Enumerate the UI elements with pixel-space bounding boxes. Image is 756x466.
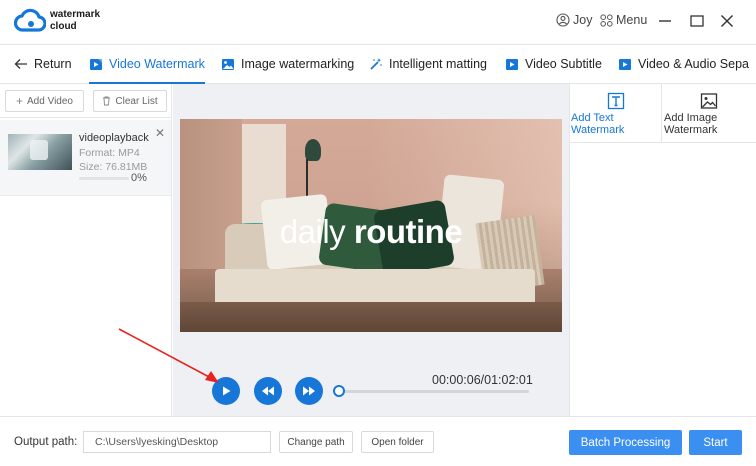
grid-menu-icon bbox=[600, 13, 613, 27]
tab-label: Video Subtitle bbox=[525, 57, 602, 71]
image-icon bbox=[222, 58, 234, 70]
tab-video-watermark[interactable]: Video Watermark bbox=[89, 45, 205, 84]
video-preview[interactable]: daily routine bbox=[180, 119, 562, 332]
video-icon bbox=[619, 58, 631, 70]
seek-handle[interactable] bbox=[333, 385, 345, 397]
change-path-button[interactable]: Change path bbox=[279, 431, 353, 453]
add-text-watermark-button[interactable]: Add Text Watermark bbox=[570, 84, 662, 142]
playback-controls: 00:00:06/01:02:01 bbox=[173, 366, 569, 416]
overlay-word-1: daily bbox=[279, 213, 346, 250]
add-image-watermark-label: Add Image Watermark bbox=[664, 112, 717, 136]
tab-bar: Return Video Watermark Image watermarkin… bbox=[0, 44, 756, 84]
video-overlay-text: daily routine bbox=[180, 213, 562, 251]
clear-list-button[interactable]: Clear List bbox=[93, 90, 167, 112]
video-scene bbox=[305, 139, 321, 161]
title-bar: watermark cloud Joy Menu bbox=[0, 0, 756, 44]
video-thumbnail bbox=[8, 134, 72, 170]
video-icon bbox=[90, 58, 102, 70]
file-progress-label: 0% bbox=[131, 172, 147, 184]
file-list-toolbar: + Add Video Clear List bbox=[0, 84, 171, 118]
tab-label: Image watermarking bbox=[241, 57, 355, 71]
menu-button[interactable]: Menu bbox=[600, 13, 647, 27]
arrow-left-icon bbox=[14, 59, 27, 69]
list-item[interactable]: videoplayback Format: MP4 Size: 76.81MB … bbox=[0, 120, 171, 196]
open-folder-button[interactable]: Open folder bbox=[361, 431, 434, 453]
app-window: watermark cloud Joy Menu Return Video Wa… bbox=[0, 0, 756, 466]
brand-line1: watermark bbox=[50, 9, 101, 20]
rewind-icon bbox=[262, 386, 274, 396]
tab-return[interactable]: Return bbox=[14, 45, 72, 83]
watermark-options-panel: Add Text Watermark Add Image Watermark bbox=[569, 84, 756, 416]
play-button[interactable] bbox=[212, 377, 240, 405]
tab-video-audio-separation[interactable]: Video & Audio Sepa bbox=[618, 45, 749, 83]
tab-image-watermarking[interactable]: Image watermarking bbox=[221, 45, 354, 83]
brand-name: watermark cloud bbox=[50, 9, 100, 33]
file-list-panel: + Add Video Clear List videoplayback For… bbox=[0, 84, 172, 416]
seek-bar[interactable] bbox=[339, 390, 529, 393]
output-path-label: Output path: bbox=[14, 436, 78, 448]
file-progress-bar bbox=[79, 177, 129, 180]
user-account[interactable]: Joy bbox=[556, 13, 592, 27]
trash-icon bbox=[103, 96, 111, 106]
minimize-icon[interactable] bbox=[656, 12, 674, 30]
add-video-button[interactable]: + Add Video bbox=[5, 90, 84, 112]
remove-file-icon[interactable]: ✕ bbox=[155, 126, 165, 140]
tab-label: Intelligent matting bbox=[389, 57, 487, 71]
file-format: Format: MP4 bbox=[79, 147, 140, 159]
play-icon bbox=[223, 386, 231, 396]
user-icon bbox=[556, 13, 570, 27]
output-path-field[interactable]: C:\Users\lyesking\Desktop bbox=[83, 431, 271, 453]
video-scene bbox=[180, 302, 562, 332]
fast-forward-icon bbox=[303, 386, 315, 396]
tab-label: Video & Audio Sepa bbox=[638, 57, 749, 71]
start-button[interactable]: Start bbox=[689, 430, 742, 455]
label-line-1: Add Text bbox=[571, 112, 614, 124]
tab-label: Return bbox=[34, 57, 72, 71]
video-icon bbox=[506, 58, 518, 70]
magic-wand-icon bbox=[370, 58, 382, 70]
clear-list-label: Clear List bbox=[115, 95, 158, 107]
menu-label: Menu bbox=[616, 13, 648, 27]
fast-forward-button[interactable] bbox=[295, 377, 323, 405]
label-line-2: Watermark bbox=[571, 124, 625, 136]
tab-label: Video Watermark bbox=[109, 57, 205, 71]
tab-intelligent-matting[interactable]: Intelligent matting bbox=[369, 45, 487, 83]
image-icon bbox=[700, 93, 718, 109]
close-icon[interactable] bbox=[718, 12, 736, 30]
cloud-logo-icon bbox=[14, 8, 46, 32]
add-text-watermark-label: Add Text Watermark bbox=[571, 112, 624, 136]
user-name: Joy bbox=[573, 13, 593, 27]
rewind-button[interactable] bbox=[254, 377, 282, 405]
file-name: videoplayback bbox=[79, 132, 149, 144]
overlay-word-2: routine bbox=[353, 213, 463, 250]
batch-processing-button[interactable]: Batch Processing bbox=[569, 430, 682, 455]
label-line-2: Watermark bbox=[664, 124, 718, 136]
plus-icon: + bbox=[16, 94, 24, 108]
timecode: 00:00:06/01:02:01 bbox=[432, 373, 533, 387]
text-box-icon bbox=[607, 92, 625, 110]
maximize-icon[interactable] bbox=[688, 12, 706, 30]
player-area: daily routine 00:00:06/01:02:01 bbox=[173, 84, 569, 416]
add-video-label: Add Video bbox=[27, 95, 73, 107]
divider bbox=[570, 142, 756, 143]
tab-video-subtitle[interactable]: Video Subtitle bbox=[505, 45, 602, 83]
add-image-watermark-button[interactable]: Add Image Watermark bbox=[663, 84, 756, 142]
brand-line2: cloud bbox=[50, 21, 77, 32]
label-line-1: Add Image bbox=[664, 112, 718, 124]
output-bar: Output path: C:\Users\lyesking\Desktop C… bbox=[0, 416, 756, 466]
